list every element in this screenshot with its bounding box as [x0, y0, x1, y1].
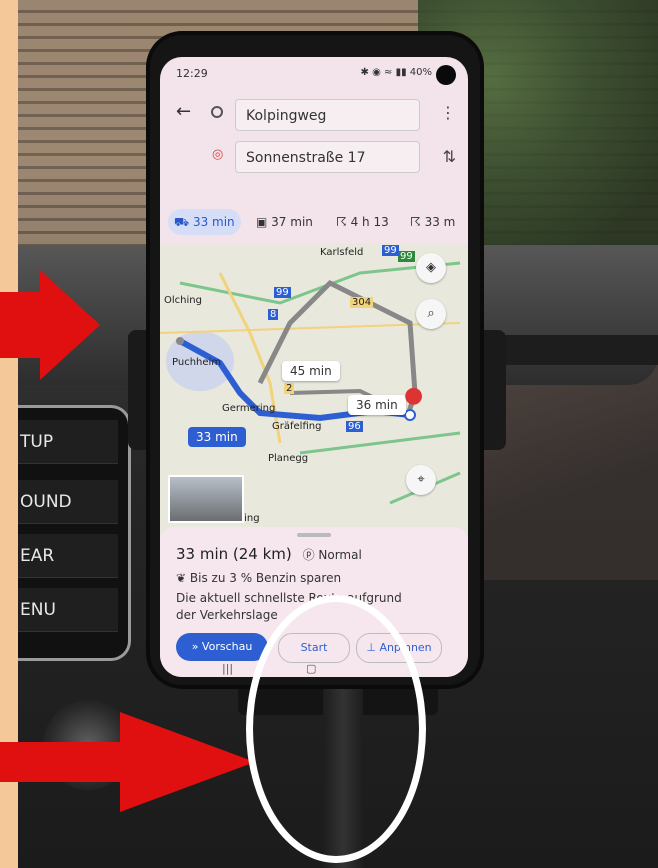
my-location-icon[interactable]: ⌖ [406, 465, 436, 495]
search-icon[interactable]: ⌕ [416, 299, 446, 329]
mode-label: 33 min [192, 215, 235, 229]
road-number: 99 [398, 251, 415, 262]
destination-field[interactable]: Sonnenstraße 17 [235, 141, 420, 173]
route-time-distance: 33 min (24 km) [176, 545, 292, 563]
road-number: 99 [382, 245, 399, 256]
route-chip-primary[interactable]: 33 min [188, 427, 246, 447]
map-label: Germering [222, 403, 276, 414]
route-chip-alt[interactable]: 45 min [282, 361, 340, 381]
battery-level: 40% [409, 67, 432, 78]
bike-icon: ☈ [410, 215, 421, 229]
mode-car[interactable]: ⛟ 33 min [168, 209, 241, 235]
walk-icon: ☈ [336, 215, 347, 229]
annotation-ellipse [246, 595, 426, 863]
front-camera [436, 65, 456, 85]
origin-dot-icon [211, 106, 223, 118]
map-label: Olching [164, 295, 202, 306]
transit-icon: ▣ [256, 215, 268, 229]
mount-clamp-right [478, 330, 506, 450]
road-number: 99 [274, 287, 291, 298]
fuel-saving-text: Bis zu 3 % Benzin sparen [189, 571, 342, 585]
mode-label: 37 min [271, 215, 313, 229]
street-view-thumbnail[interactable] [168, 475, 244, 523]
console-button: OUND [18, 480, 118, 524]
red-arrow-top [0, 270, 100, 380]
recents-icon[interactable]: ||| [222, 662, 233, 675]
preview-button[interactable]: » Vorschau [176, 633, 268, 661]
road-number: 304 [350, 297, 374, 308]
map-label: Planegg [268, 453, 309, 464]
fuel-saving-line: ❦ Bis zu 3 % Benzin sparen [176, 571, 341, 585]
destination-pin-icon: ◎ [212, 147, 224, 162]
traffic-status-text: Normal [318, 548, 362, 562]
map-label: Gräfelfing [272, 421, 322, 432]
status-time: 12:29 [176, 67, 208, 80]
mode-walk[interactable]: ☈ 4 h 13 [330, 209, 395, 235]
status-bar: 12:29 ✱ ◉ ≈ ▮▮ 40% [176, 65, 456, 85]
leaf-icon: ❦ [176, 571, 187, 585]
mode-bike[interactable]: ☈ 33 m [404, 209, 461, 235]
back-arrow-icon[interactable]: ← [176, 101, 191, 122]
phone-screen: 12:29 ✱ ◉ ≈ ▮▮ 40% ← ◎ Kolpingweg Sonnen… [160, 57, 468, 677]
destination-marker-icon: ● [404, 383, 424, 408]
mode-label: 4 h 13 [350, 215, 389, 229]
status-icons: ✱ ◉ ≈ ▮▮ 40% [360, 67, 432, 78]
road-number: 8 [268, 309, 279, 320]
car-icon: ⛟ [174, 215, 190, 229]
mode-label: 33 m [424, 215, 456, 229]
origin-field[interactable]: Kolpingweg [235, 99, 420, 131]
more-vert-icon[interactable]: ⋮ [440, 103, 456, 122]
preview-label: Vorschau [201, 640, 253, 653]
map-view[interactable]: Karlsfeld Olching Puchheim Germering Grä… [160, 243, 468, 535]
console-button: EAR [18, 534, 118, 578]
console-button: TUP [18, 420, 118, 464]
smartphone: 12:29 ✱ ◉ ≈ ▮▮ 40% ← ◎ Kolpingweg Sonnen… [150, 35, 480, 685]
console-button: ENU [18, 588, 118, 632]
preview-arrows-icon: » [191, 640, 199, 653]
drag-handle[interactable] [297, 533, 331, 537]
layers-icon[interactable]: ◈ [416, 253, 446, 283]
mode-transit[interactable]: ▣ 37 min [250, 209, 319, 235]
road-number: 96 [346, 421, 363, 432]
travel-modes: ⛟ 33 min ▣ 37 min ☈ 4 h 13 ☈ 33 m [168, 209, 468, 239]
center-console: TUP OUND EAR ENU [18, 405, 131, 661]
red-arrow-bottom [0, 712, 255, 812]
map-label: Puchheim [172, 357, 222, 368]
image-frame: TUP OUND EAR ENU 12:29 ✱ ◉ ≈ ▮▮ 40% ← ◎ … [0, 0, 658, 868]
road-number: 2 [284, 383, 295, 394]
map-label: Karlsfeld [320, 247, 364, 258]
route-summary: 33 min (24 km) ⓟ Normal [176, 545, 362, 563]
swap-icon[interactable]: ⇅ [443, 147, 456, 166]
route-chip-alt[interactable]: 36 min [348, 395, 406, 415]
traffic-status: ⓟ Normal [302, 548, 362, 562]
